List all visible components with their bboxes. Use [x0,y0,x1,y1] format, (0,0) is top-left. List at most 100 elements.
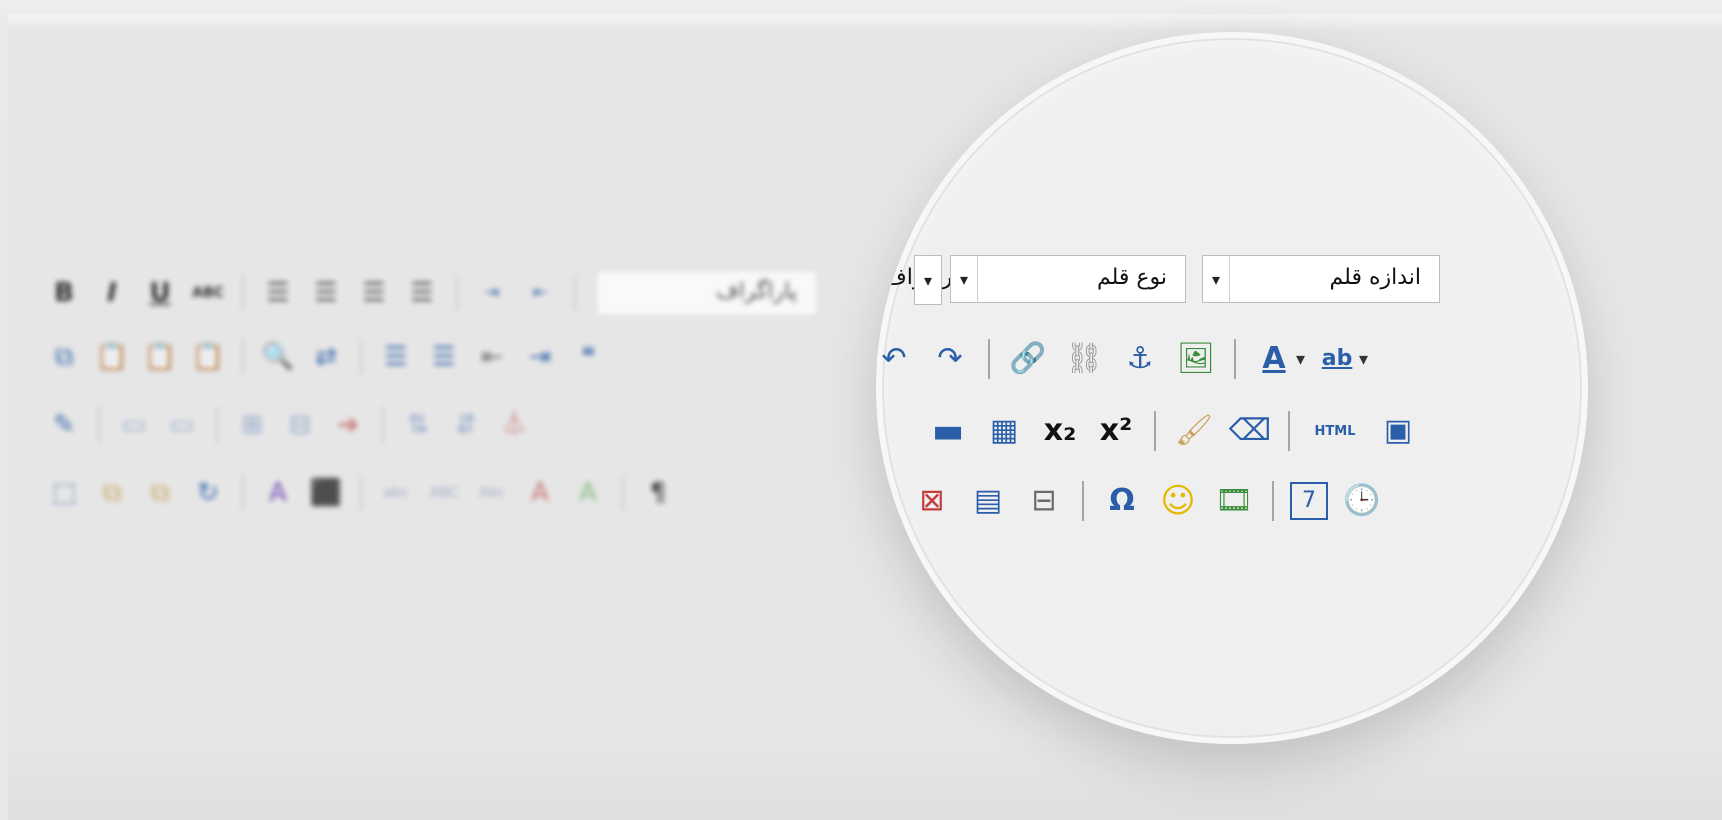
calendar-icon[interactable]: 7 [1290,482,1328,520]
separator [1288,411,1290,451]
paste-word-icon[interactable]: 📋 [190,339,226,375]
strikethrough-button[interactable]: ABC [190,275,226,311]
media-icon[interactable]: 🎞 [1212,479,1256,523]
underline-button[interactable]: U [142,275,178,311]
image-icon[interactable]: 🖼 [1174,337,1218,381]
paste-icon[interactable]: 📋 [94,339,130,375]
format-painter-icon[interactable]: 🖌 [1172,409,1216,453]
page-break-icon[interactable]: ⊠ [910,479,954,523]
align-left-icon[interactable]: ☰ [260,275,296,311]
font-style-icon[interactable]: A [260,475,296,511]
paste-text-icon[interactable]: 📋 [142,339,178,375]
quote-icon[interactable]: ❝ [570,339,606,375]
bold-button[interactable]: B [46,275,82,311]
magnifier-content-inner: پاراگراف ▾ ▾ نوع قلم ▾ اندازه قلم ↶ ↷ 🔗 [876,32,1588,744]
separator [622,475,624,511]
font-case-1-icon[interactable]: abc [378,475,414,511]
clock-icon[interactable]: 🕒 [1340,479,1384,523]
toolbar-row-4: ⬚ ⧉ ⧉ ↻ A ⬛ abc ABC Abc A A ¶ [40,470,682,516]
numbered-list-icon[interactable]: ☰ [426,339,462,375]
horizontal-rule-icon[interactable]: ▬ [926,409,970,453]
divider-icon[interactable]: ⊟ [1022,479,1066,523]
template-icon[interactable]: ⬛ [308,475,344,511]
anchor-icon[interactable]: ⚓ [1118,337,1162,381]
split-icon[interactable]: ⊟ [282,407,318,443]
align-center-icon[interactable]: ☰ [308,275,344,311]
superscript-icon[interactable]: x² [1094,409,1138,453]
separator [216,407,218,443]
justify-icon[interactable]: ☰ [404,275,440,311]
font-type-dropdown[interactable]: ▾ نوع قلم [950,255,1186,303]
paragraph-dropdown-label: پاراگراف [715,279,797,304]
align-right-icon[interactable]: ☰ [356,275,392,311]
paragraph-dropdown-arrow[interactable]: ▾ [914,255,942,305]
separator [360,475,362,511]
select-all-icon[interactable]: ⬚ [46,475,82,511]
separator [1154,411,1156,451]
separator [98,407,100,443]
font-type-dropdown-label: نوع قلم [1096,265,1167,290]
paragraph-dropdown[interactable]: پاراگراف [596,270,818,316]
template-window-icon[interactable]: ▤ [966,479,1010,523]
smiley-icon[interactable]: ☺ [1156,479,1200,523]
separator [1234,339,1236,379]
pilcrow-icon[interactable]: ¶ [640,475,676,511]
separator [242,339,244,375]
bullet-list-icon[interactable]: ☰ [378,339,414,375]
rotate-icon[interactable]: ↻ [190,475,226,511]
magnified-row-2: ↶ ↷ 🔗 ⛓ ⚓ 🖼 A ▾ ab ▾ [876,334,1372,384]
paragraph-dropdown-edge: پاراگراف ▾ [882,255,965,305]
font-color-icon[interactable]: A [1252,337,1296,381]
table-icon[interactable]: ▦ [982,409,1026,453]
copy-style-icon[interactable]: ⧉ [94,475,130,511]
form-icon[interactable]: ▭ [116,407,152,443]
screenshot-stage: B I U ABC ☰ ☰ ☰ ☰ ⇥ ⇤ پاراگراف ⧉ 📋 📋 📋 🔍… [0,0,1722,820]
indent-icon[interactable]: ⇥ [522,339,558,375]
edit-icon[interactable]: ✎ [46,407,82,443]
unlink-icon[interactable]: ⛓ [1062,337,1106,381]
filter-icon[interactable]: ⏃ [496,407,532,443]
toolbar-row-3: ✎ ▭ ▭ ⊞ ⊟ ➔ ⇅ ⇵ ⏃ [40,402,538,448]
subscript-icon[interactable]: x₂ [1038,409,1082,453]
copy-icon[interactable]: ⧉ [46,339,82,375]
font-size-dropdown[interactable]: ▾ اندازه قلم [1202,255,1440,303]
highlight-icon[interactable]: ab [1315,337,1359,381]
highlight-caret-icon[interactable]: ▾ [1359,349,1368,370]
find-icon[interactable]: 🔍 [260,339,296,375]
ltr-icon[interactable]: ⇥ [474,275,510,311]
magnified-row-4: ⊠ ▤ ⊟ Ω ☺ 🎞 7 🕒 [904,476,1390,526]
toolbar-row-1: B I U ABC ☰ ☰ ☰ ☰ ⇥ ⇤ پاراگراف [40,270,818,316]
font-size-dropdown-arrow[interactable]: ▾ [1203,256,1230,302]
sort-icon[interactable]: ⇅ [400,407,436,443]
redo-icon[interactable]: ↷ [928,337,972,381]
font-size-dropdown-label: اندازه قلم [1329,265,1421,290]
undo-icon[interactable]: ↶ [876,337,916,381]
eraser-icon[interactable]: ⌫ [1228,409,1272,453]
magnified-row-1: پاراگراف ▾ ▾ نوع قلم ▾ اندازه قلم [882,254,1450,305]
html-icon[interactable]: HTML [1306,409,1364,453]
separator [456,275,458,311]
font-color-caret-icon[interactable]: ▾ [1296,349,1305,370]
text-effect-icon[interactable]: A [522,475,558,511]
preview-icon[interactable]: ▣ [1376,409,1420,453]
separator [574,275,576,311]
arrow-icon[interactable]: ➔ [330,407,366,443]
separator [242,475,244,511]
rtl-icon[interactable]: ⇤ [522,275,558,311]
italic-button[interactable]: I [94,275,130,311]
special-character-icon[interactable]: Ω [1100,479,1144,523]
sort-desc-icon[interactable]: ⇵ [448,407,484,443]
font-case-3-icon[interactable]: Abc [474,475,510,511]
font-case-2-icon[interactable]: ABC [426,475,462,511]
separator [1272,481,1274,521]
text-shadow-icon[interactable]: A [570,475,606,511]
magnified-row-3: ▬ ▦ x₂ x² 🖌 ⌫ HTML ▣ [920,406,1426,456]
paste-style-icon[interactable]: ⧉ [142,475,178,511]
outdent-icon[interactable]: ⇤ [474,339,510,375]
toolbar-row-2: ⧉ 📋 📋 📋 🔍 ⇄ ☰ ☰ ⇤ ⇥ ❝ [40,334,612,380]
merge-icon[interactable]: ⊞ [234,407,270,443]
form-field-icon[interactable]: ▭ [164,407,200,443]
font-type-dropdown-arrow[interactable]: ▾ [951,256,978,302]
replace-icon[interactable]: ⇄ [308,339,344,375]
link-icon[interactable]: 🔗 [1006,337,1050,381]
